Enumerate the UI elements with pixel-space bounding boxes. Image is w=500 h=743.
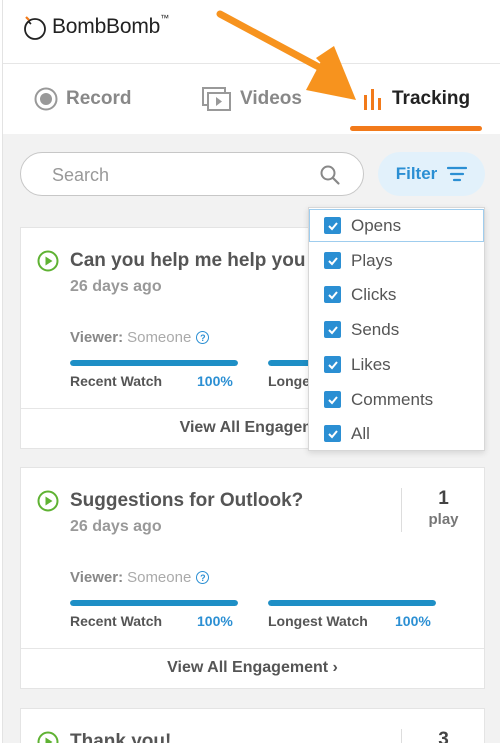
help-question-icon[interactable]: ? (196, 331, 210, 344)
viewer-name: Someone (127, 569, 192, 586)
checkbox-checked-icon[interactable] (324, 286, 341, 303)
viewer-info: Viewer: Someone ? (70, 329, 210, 346)
filter-option-label: Sends (351, 319, 400, 339)
recent-watch-label: Recent Watch (70, 373, 163, 389)
filter-option-clicks[interactable]: Clicks (309, 278, 484, 311)
search-box (20, 152, 364, 196)
filter-option-label: Clicks (351, 284, 397, 304)
play-circle-icon (37, 490, 59, 517)
tab-videos[interactable]: Videos (202, 84, 302, 114)
viewer-label: Viewer: (70, 329, 124, 346)
filter-option-label: Comments (351, 389, 434, 409)
active-tab-indicator (350, 126, 482, 131)
checkbox-checked-icon[interactable] (324, 321, 341, 338)
filter-option-label: Plays (351, 250, 393, 270)
recent-watch-percent: 100% (197, 373, 233, 389)
tab-record-label: Record (66, 88, 132, 109)
video-card[interactable]: Suggestions for Outlook? 26 days ago 1 p… (20, 467, 485, 689)
longest-watch-label: Longe (268, 373, 310, 389)
video-card[interactable]: Thank you! 3 (20, 708, 485, 743)
filter-option-sends[interactable]: Sends (309, 313, 484, 346)
search-input[interactable] (52, 163, 312, 187)
video-title[interactable]: Thank you! (70, 731, 171, 743)
play-count-label: play (428, 511, 459, 528)
video-title[interactable]: Can you help me help you (70, 250, 305, 272)
checkbox-checked-icon[interactable] (324, 356, 341, 373)
viewer-name: Someone (127, 329, 192, 346)
tab-record[interactable]: Record (34, 84, 131, 114)
checkbox-checked-icon[interactable] (324, 217, 341, 234)
recent-watch-percent: 100% (197, 613, 233, 629)
play-count-number: 3 (438, 729, 449, 743)
main-tabs: Record Videos Tracking (0, 64, 500, 134)
tab-tracking[interactable]: Tracking (362, 84, 470, 114)
bombbomb-logo[interactable]: BombBomb™ (22, 13, 169, 40)
window-left-edge (0, 0, 3, 743)
video-date: 26 days ago (70, 518, 162, 535)
filter-option-all[interactable]: All (309, 417, 484, 450)
play-count: 3 (401, 729, 485, 743)
logo-text: BombBomb™ (52, 13, 169, 38)
record-icon (34, 87, 58, 111)
play-count-number: 1 (438, 488, 449, 509)
checkbox-checked-icon[interactable] (324, 391, 341, 408)
checkbox-checked-icon[interactable] (324, 425, 341, 442)
filter-option-likes[interactable]: Likes (309, 348, 484, 381)
recent-watch-fill (70, 360, 238, 366)
recent-watch-fill (70, 600, 238, 606)
tracking-bars-icon (362, 87, 384, 111)
filter-option-label: Opens (351, 215, 402, 235)
tab-videos-label: Videos (240, 88, 302, 109)
longest-watch-bar (268, 600, 436, 606)
video-date: 26 days ago (70, 278, 162, 295)
tab-tracking-label: Tracking (392, 88, 471, 109)
longest-watch-label: Longest Watch (268, 613, 368, 629)
recent-watch-bar (70, 360, 238, 366)
video-title[interactable]: Suggestions for Outlook? (70, 490, 303, 512)
longest-watch-percent: 100% (395, 613, 431, 629)
app-header: BombBomb™ (0, 0, 500, 64)
viewer-info: Viewer: Someone ? (70, 569, 210, 586)
videos-icon (202, 87, 232, 111)
recent-watch-bar (70, 600, 238, 606)
filter-button-label: Filter (395, 164, 438, 183)
filter-option-opens[interactable]: Opens (309, 209, 484, 242)
play-circle-icon (37, 250, 59, 277)
filter-lines-icon (447, 166, 468, 182)
play-circle-icon (37, 731, 59, 743)
filter-option-comments[interactable]: Comments (309, 383, 484, 416)
filter-option-label: Likes (351, 354, 391, 374)
view-all-engagement-link[interactable]: View All Engagement › (21, 648, 484, 688)
viewer-label: Viewer: (70, 569, 124, 586)
filter-button[interactable]: Filter (378, 152, 485, 196)
longest-watch-fill (268, 600, 436, 606)
bomb-logo-icon (22, 14, 48, 40)
play-count: 1 play (401, 488, 485, 532)
recent-watch-label: Recent Watch (70, 613, 163, 629)
help-question-icon[interactable]: ? (196, 571, 210, 584)
filter-dropdown: Opens Plays Clicks Sends Likes Comments … (308, 207, 485, 451)
search-icon[interactable] (319, 164, 341, 191)
filter-option-label: All (351, 423, 370, 443)
filter-option-plays[interactable]: Plays (309, 244, 484, 277)
checkbox-checked-icon[interactable] (324, 252, 341, 269)
